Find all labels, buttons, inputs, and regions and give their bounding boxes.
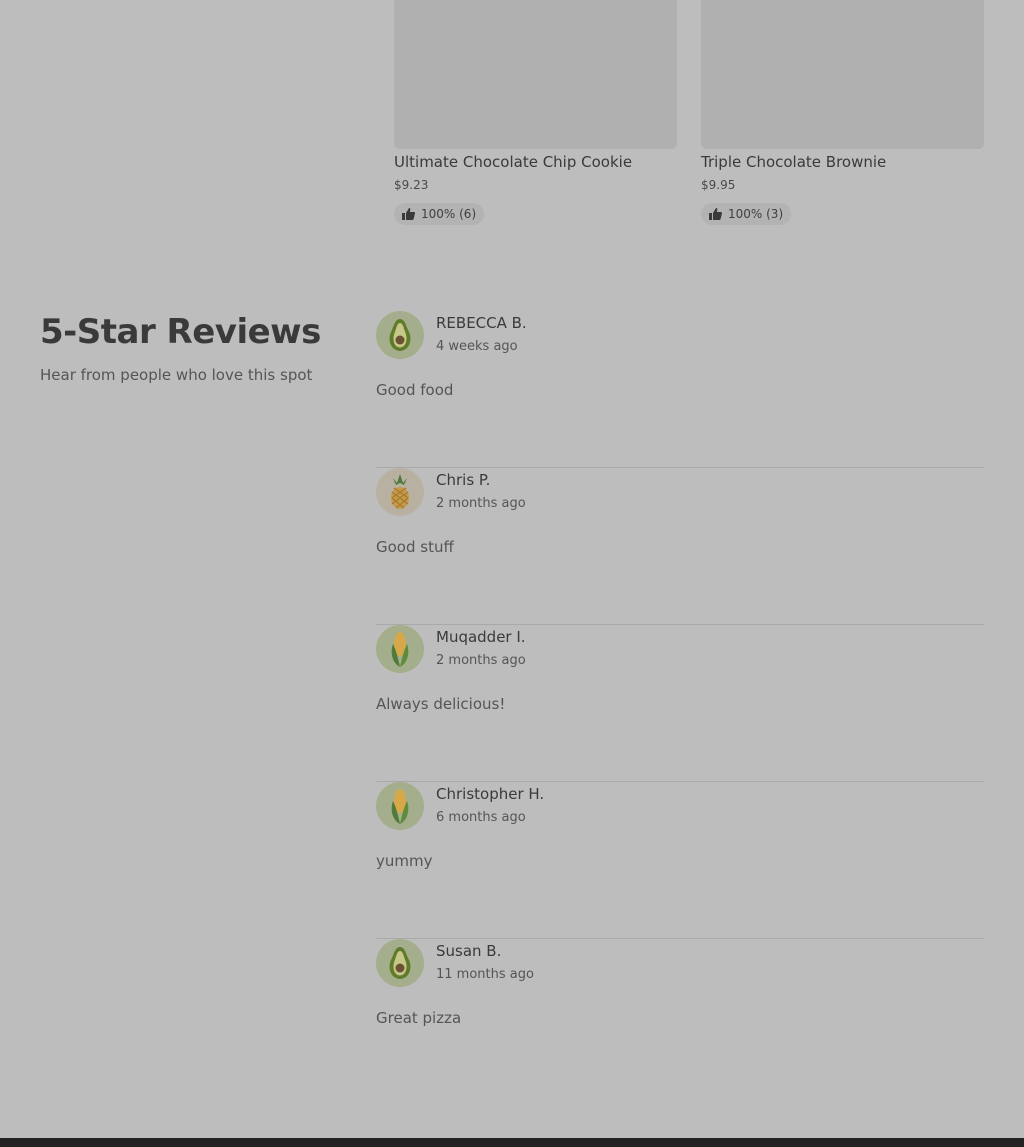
thumbs-up-icon (402, 208, 415, 220)
review-text: Always delicious! (376, 695, 506, 713)
reviewer-name: REBECCA B. (436, 314, 527, 332)
reviewer-name: Christopher H. (436, 785, 545, 803)
avocado-icon (389, 947, 411, 979)
corn-icon (391, 632, 409, 667)
review-date: 11 months ago (436, 967, 534, 982)
review-item: Chris P. 2 months ago Good stuff (376, 468, 984, 625)
reviewer-name: Chris P. (436, 471, 491, 489)
reviews-header: 5-Star Reviews Hear from people who love… (40, 312, 340, 384)
rating-badge: 100% (6) (394, 203, 485, 225)
product-title[interactable]: Triple Chocolate Brownie (701, 154, 984, 170)
rating-text: 100% (3) (728, 207, 784, 221)
reviewer-name: Susan B. (436, 942, 502, 960)
review-text: Good stuff (376, 538, 454, 556)
review-text: Great pizza (376, 1009, 462, 1027)
review-text: yummy (376, 852, 433, 870)
review-item: Susan B. 11 months ago Great pizza (376, 939, 984, 1096)
product-card[interactable]: Ultimate Chocolate Chip Cookie $9.23 100… (394, 0, 677, 225)
review-date: 2 months ago (436, 496, 526, 511)
rating-badge: 100% (3) (701, 203, 792, 225)
review-text: Good food (376, 381, 454, 399)
corn-icon (391, 789, 409, 824)
review-date: 2 months ago (436, 653, 526, 668)
review-item: Christopher H. 6 months ago yummy (376, 782, 984, 939)
review-date: 4 weeks ago (436, 339, 518, 354)
section-title: 5-Star Reviews (40, 312, 321, 352)
avatar (376, 468, 424, 516)
product-image[interactable] (701, 0, 984, 149)
avatar (376, 939, 424, 987)
product-card[interactable]: Triple Chocolate Brownie $9.95 100% (3) (701, 0, 984, 225)
footer-bar (0, 1138, 1024, 1147)
reviews-list: REBECCA B. 4 weeks ago Good food Chris P… (376, 311, 984, 1096)
product-price: $9.23 (394, 178, 429, 192)
rating-text: 100% (6) (421, 207, 477, 221)
thumbs-up-icon (709, 208, 722, 220)
review-date: 6 months ago (436, 810, 526, 825)
review-item: REBECCA B. 4 weeks ago Good food (376, 311, 984, 468)
reviewer-name: Muqadder I. (436, 628, 526, 646)
pineapple-icon (391, 474, 409, 509)
product-price: $9.95 (701, 178, 736, 192)
review-item: Muqadder I. 2 months ago Always deliciou… (376, 625, 984, 782)
avatar (376, 311, 424, 359)
avocado-icon (389, 319, 411, 351)
section-subtitle: Hear from people who love this spot (40, 366, 313, 384)
avatar (376, 782, 424, 830)
product-carousel: Ultimate Chocolate Chip Cookie $9.23 100… (394, 0, 984, 240)
product-image[interactable] (394, 0, 677, 149)
product-title[interactable]: Ultimate Chocolate Chip Cookie (394, 154, 677, 170)
avatar (376, 625, 424, 673)
